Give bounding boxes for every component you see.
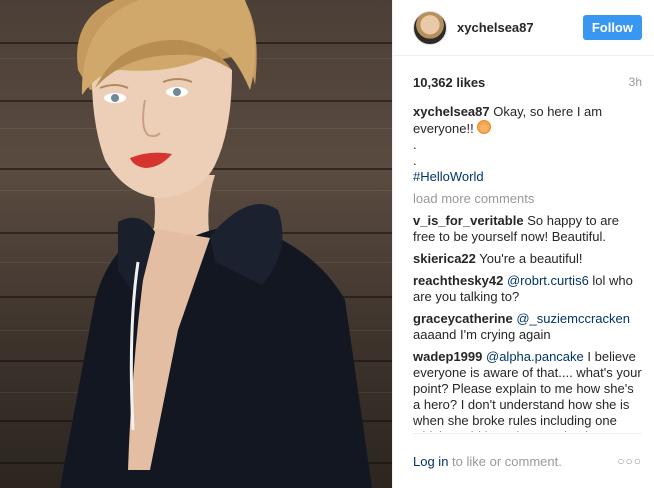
avatar[interactable] <box>413 10 447 45</box>
comment-item: graceycatherine @_suziemccracken aaaand … <box>413 311 642 343</box>
comment-mention[interactable]: @_suziemccracken <box>516 311 630 326</box>
post-header: xychelsea87 Follow <box>393 0 654 56</box>
comment-mention[interactable]: @robrt.curtis6 <box>507 273 589 288</box>
login-prompt: Log in to like or comment. <box>413 454 562 469</box>
load-more-comments-link[interactable]: load more comments <box>413 191 642 207</box>
login-link[interactable]: Log in <box>413 454 448 469</box>
comments-list[interactable]: xychelsea87 Okay, so here I am everyone!… <box>413 104 642 432</box>
comment-username[interactable]: skierica22 <box>413 251 476 266</box>
comment-username[interactable]: v_is_for_veritable <box>413 213 524 228</box>
post-sidebar: xychelsea87 Follow 10,362 likes 3h xyche… <box>392 0 654 488</box>
comment-item: v_is_for_veritable So happy to are free … <box>413 213 642 245</box>
comment-username[interactable]: reachthesky42 <box>413 273 503 288</box>
caption-hashtag[interactable]: #HelloWorld <box>413 169 642 185</box>
caption-username[interactable]: xychelsea87 <box>413 104 490 119</box>
comment-username[interactable]: wadep1999 <box>413 349 482 364</box>
comment-item: skierica22 You're a beautiful! <box>413 251 642 267</box>
comment-item: reachthesky42 @robrt.curtis6 lol who are… <box>413 273 642 305</box>
comment-username[interactable]: graceycatherine <box>413 311 513 326</box>
caption-dot-1: . <box>413 137 417 152</box>
follow-button[interactable]: Follow <box>582 15 642 40</box>
caption-dot-2: . <box>413 153 417 168</box>
portrait-image <box>60 0 372 488</box>
comment-mention[interactable]: @alpha.pancake <box>486 349 584 364</box>
post-username[interactable]: xychelsea87 <box>457 20 583 35</box>
login-prompt-text: to like or comment. <box>452 453 562 469</box>
comment-text: aaaand I'm crying again <box>413 327 551 342</box>
post-photo[interactable] <box>0 0 392 488</box>
likes-count[interactable]: 10,362 likes <box>413 75 485 90</box>
likes-row: 10,362 likes 3h <box>393 56 654 90</box>
smiling-face-emoji-icon <box>477 120 492 134</box>
post-time[interactable]: 3h <box>629 75 642 89</box>
post-modal: xychelsea87 Follow 10,362 likes 3h xyche… <box>0 0 654 488</box>
comment-text: You're a beautiful! <box>479 251 583 266</box>
post-footer: Log in to like or comment. ○○○ <box>413 433 642 488</box>
caption: xychelsea87 Okay, so here I am everyone!… <box>413 104 642 185</box>
comment-item: wadep1999 @alpha.pancake I believe every… <box>413 349 642 432</box>
more-options-icon[interactable]: ○○○ <box>617 454 642 468</box>
